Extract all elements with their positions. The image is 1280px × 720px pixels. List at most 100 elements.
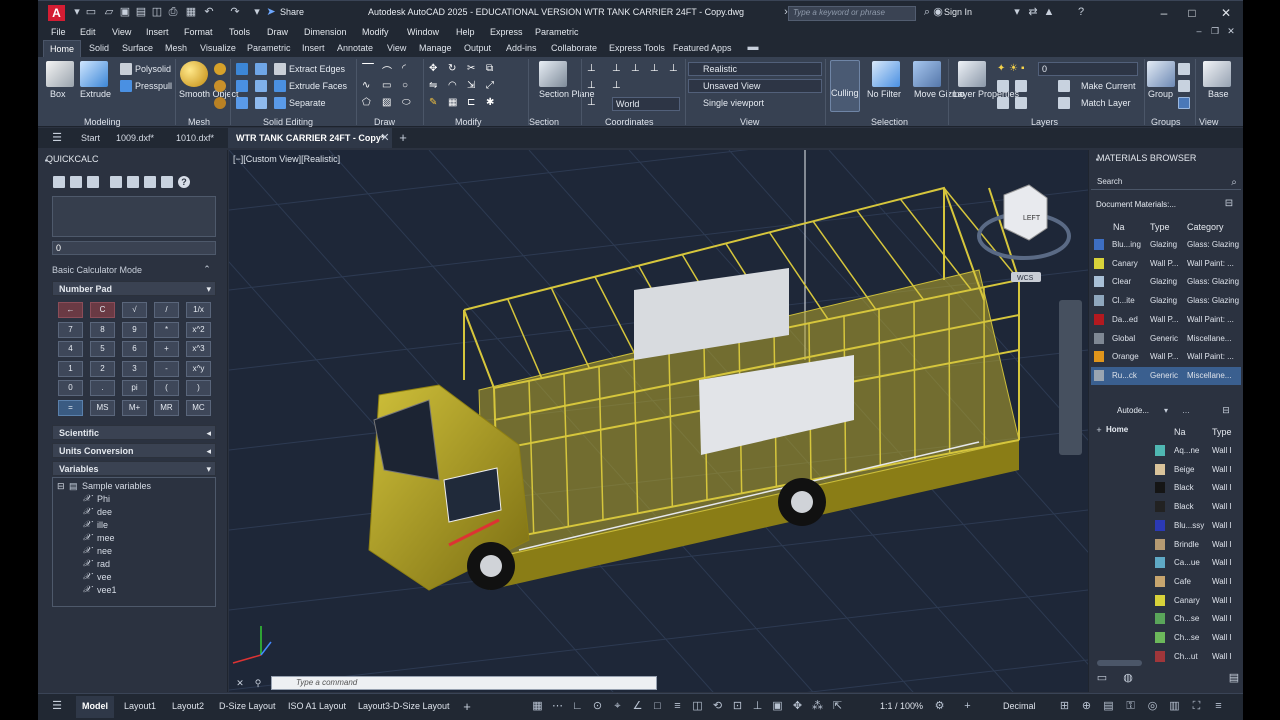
tab-collaborate[interactable]: Collaborate	[551, 43, 597, 53]
calc-key[interactable]: 5	[90, 341, 115, 357]
angle-icon[interactable]	[144, 176, 156, 188]
distance-icon[interactable]	[127, 176, 139, 188]
library-material-row[interactable]: Brindle Wall I	[1151, 536, 1243, 554]
view2-panel-label[interactable]: View	[1199, 117, 1218, 127]
save-icon[interactable]: ▣	[118, 6, 132, 19]
calc-key[interactable]: =	[58, 399, 83, 416]
calc-key[interactable]: ←	[58, 302, 83, 318]
new-icon[interactable]: ▭	[84, 6, 98, 19]
customize-icon[interactable]: ▾	[250, 6, 264, 19]
ucs-3point-icon[interactable]: ⊥	[612, 80, 624, 92]
erase-icon[interactable]: ✎	[429, 97, 441, 109]
tab-output[interactable]: Output	[464, 43, 491, 53]
autocad-logo-button[interactable]: A	[48, 5, 65, 21]
arc-icon[interactable]: ◜	[402, 63, 414, 75]
print-icon[interactable]: ▦	[184, 6, 198, 19]
named-view-dropdown[interactable]: Unsaved View	[688, 79, 822, 93]
doc-minimize-button[interactable]: –	[1192, 25, 1206, 38]
library-material-row[interactable]: Black Wall I	[1151, 479, 1243, 497]
variable-item[interactable]: dee	[97, 507, 112, 517]
union-icon[interactable]	[236, 63, 248, 75]
intersect-icon[interactable]	[236, 97, 248, 109]
menu-help[interactable]: Help	[456, 27, 475, 37]
folder-icon[interactable]: ▭	[1095, 672, 1109, 685]
material-row[interactable]: Cl...ite Glazing Glass: Glazing	[1091, 292, 1241, 310]
tab-iso-a1-layout[interactable]: ISO A1 Layout	[288, 701, 346, 711]
units-display[interactable]: Decimal	[1003, 701, 1036, 711]
expand-icon[interactable]: +	[1092, 424, 1106, 437]
tab-model[interactable]: Model	[76, 696, 114, 718]
chevron-down-icon[interactable]: ▾	[1159, 404, 1173, 417]
ribbon-toggle-icon[interactable]: ▬	[746, 41, 760, 54]
collapse-icon[interactable]: ⌃	[200, 263, 214, 276]
view-options-icon[interactable]: ⊟	[1222, 197, 1236, 210]
make-current-button[interactable]: Make Current	[1081, 81, 1136, 91]
calc-key[interactable]: 7	[58, 321, 83, 338]
copy-icon[interactable]: ⧉	[486, 63, 498, 75]
file-tab-wtr-tank-carrier[interactable]: WTR TANK CARRIER 24FT - Copy*	[228, 128, 393, 148]
modify-panel-label[interactable]: Modify	[455, 117, 482, 127]
move-icon[interactable]: ✥	[429, 63, 441, 75]
extrude-button[interactable]: Extrude	[80, 89, 111, 99]
menu-file[interactable]: File	[51, 27, 66, 37]
close-button[interactable]: ✕	[1216, 5, 1236, 21]
extrude-faces-button[interactable]: Extrude Faces	[289, 81, 347, 91]
exchange-icon[interactable]: ⇄	[1026, 6, 1040, 19]
osnap-toggle-icon[interactable]: □	[651, 700, 664, 713]
ellipse-icon[interactable]: ⬭	[402, 97, 414, 109]
hamburger-icon[interactable]: ☰	[50, 132, 64, 145]
group-select-icon[interactable]	[1178, 97, 1190, 109]
help-search-input[interactable]: Type a keyword or phrase	[788, 6, 916, 21]
minimize-button[interactable]: –	[1154, 5, 1174, 21]
lib-col-name[interactable]: Na	[1174, 427, 1186, 437]
stretch-icon[interactable]: ⇲	[467, 80, 479, 92]
snap-toggle-icon[interactable]: ⋯	[551, 700, 564, 713]
coordinates-panel-label[interactable]: Coordinates	[605, 117, 654, 127]
tab-featured-apps[interactable]: Featured Apps	[673, 43, 732, 53]
ortho-toggle-icon[interactable]: ∟	[571, 700, 584, 713]
help-icon[interactable]: ?	[1074, 6, 1088, 19]
viewcube-face[interactable]: LEFT	[1023, 215, 1041, 222]
modeling-panel-label[interactable]: Modeling	[84, 117, 121, 127]
tab-layout3-d-size[interactable]: Layout3-D-Size Layout	[358, 701, 450, 711]
explode-icon[interactable]: ✱	[486, 97, 498, 109]
layer-properties-icon[interactable]	[958, 61, 986, 87]
gizmo-icon[interactable]: ✥	[791, 700, 804, 713]
sign-in-button[interactable]: Sign In	[944, 7, 972, 17]
tab-solid[interactable]: Solid	[89, 43, 109, 53]
ucs-y-icon[interactable]: ⊥	[650, 63, 662, 75]
layer-tool-icon[interactable]	[1015, 80, 1027, 92]
help-icon[interactable]: ?	[178, 176, 190, 188]
layer-properties-button[interactable]: Layer Properties	[953, 89, 1019, 100]
tab-view[interactable]: View	[387, 43, 406, 53]
chamfer-icon[interactable]	[255, 80, 267, 92]
osnap-track-toggle-icon[interactable]: ∠	[631, 700, 644, 713]
calc-input[interactable]: 0	[52, 241, 216, 255]
calc-key[interactable]: .	[90, 380, 115, 396]
material-row[interactable]: Global Generic Miscellane...	[1091, 330, 1241, 348]
culling-button[interactable]	[830, 60, 860, 112]
ungroup-icon[interactable]	[1178, 63, 1190, 75]
anno-monitor-icon[interactable]: ⊞	[1058, 700, 1071, 713]
col-category[interactable]: Category	[1187, 222, 1224, 232]
polyline-icon[interactable]: ⌒	[382, 63, 394, 78]
view-options-icon[interactable]: ⊟	[1219, 404, 1233, 417]
col-type[interactable]: Type	[1150, 222, 1170, 232]
variables-header[interactable]: Variables ▾	[52, 461, 216, 476]
section-panel-label[interactable]: Section	[529, 117, 559, 127]
horizontal-scrollbar[interactable]	[1097, 660, 1142, 666]
calc-key[interactable]: √	[122, 302, 147, 318]
calc-key[interactable]: 9	[122, 321, 147, 338]
ucs-view-icon[interactable]: ⊥	[587, 80, 599, 92]
menu-parametric[interactable]: Parametric	[535, 27, 579, 37]
rotate-icon[interactable]: ↻	[448, 63, 460, 75]
variable-item[interactable]: mee	[97, 533, 115, 543]
ucs-origin-icon[interactable]: ⊥	[612, 63, 624, 75]
doc-close-button[interactable]: ✕	[1224, 25, 1238, 38]
library-material-row[interactable]: Beige Wall I	[1151, 461, 1243, 479]
menu-dimension[interactable]: Dimension	[304, 27, 347, 37]
selection-filter-icon[interactable]: ▣	[771, 700, 784, 713]
hatch-icon[interactable]: ▨	[382, 97, 394, 109]
3d-osnap-icon[interactable]: ⊡	[731, 700, 744, 713]
material-editor-icon[interactable]: ◍	[1121, 672, 1135, 685]
